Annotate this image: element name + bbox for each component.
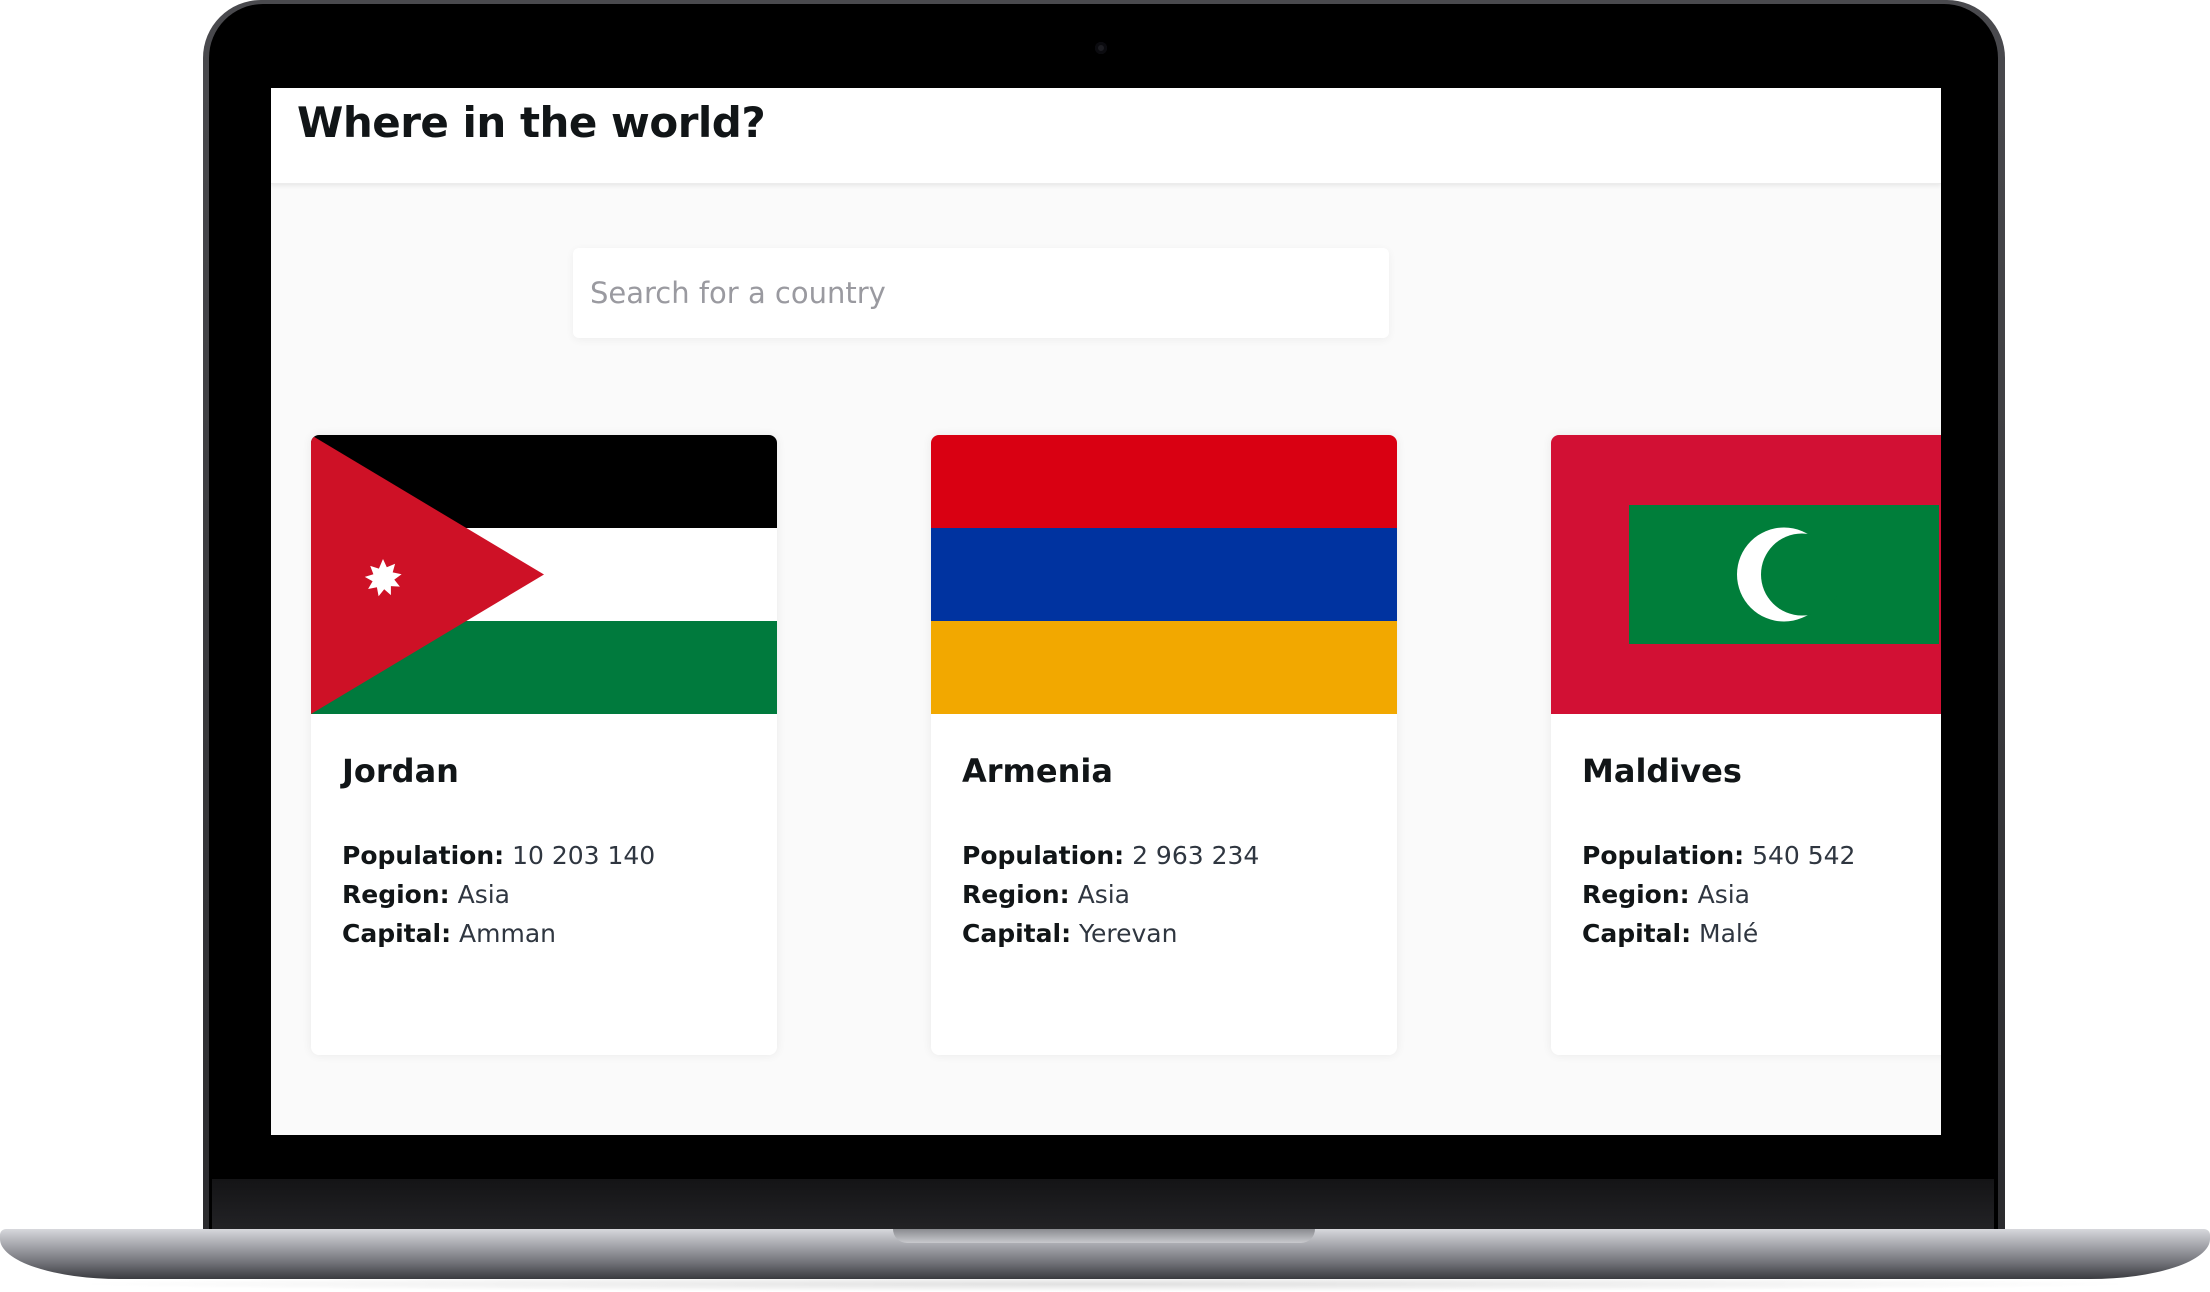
laptop-hinge-notch bbox=[893, 1229, 1315, 1243]
page-title: Where in the world? bbox=[297, 98, 766, 147]
population-value: 540 542 bbox=[1752, 841, 1856, 870]
search-input[interactable] bbox=[573, 248, 1389, 338]
camera-icon bbox=[1095, 42, 1107, 54]
region-label: Region: bbox=[1582, 880, 1690, 909]
region-value: Asia bbox=[457, 880, 511, 909]
capital-value: Malé bbox=[1699, 919, 1759, 948]
laptop-chin bbox=[212, 1179, 1994, 1235]
population-row: Population: 10 203 140 bbox=[342, 836, 767, 875]
card-body: Armenia Population: 2 963 234 Region: As… bbox=[962, 752, 1387, 953]
population-label: Population: bbox=[1582, 841, 1745, 870]
region-row: Region: Asia bbox=[342, 875, 767, 914]
country-name: Jordan bbox=[342, 752, 459, 790]
app-screen: Where in the world? Jordan Population: 1… bbox=[271, 88, 1941, 1135]
capital-row: Capital: Yerevan bbox=[962, 914, 1387, 953]
jordan-flag-icon bbox=[311, 435, 777, 714]
maldives-flag-icon bbox=[1551, 435, 1941, 714]
capital-value: Yerevan bbox=[1079, 919, 1178, 948]
region-value: Asia bbox=[1697, 880, 1751, 909]
search-box[interactable] bbox=[573, 248, 1389, 338]
region-label: Region: bbox=[342, 880, 450, 909]
country-card-jordan[interactable]: Jordan Population: 10 203 140 Region: As… bbox=[311, 435, 777, 1055]
population-row: Population: 2 963 234 bbox=[962, 836, 1387, 875]
population-label: Population: bbox=[962, 841, 1125, 870]
capital-row: Capital: Malé bbox=[1582, 914, 1941, 953]
region-row: Region: Asia bbox=[1582, 875, 1941, 914]
card-body: Maldives Population: 540 542 Region: Asi… bbox=[1582, 752, 1941, 953]
capital-label: Capital: bbox=[962, 919, 1072, 948]
card-body: Jordan Population: 10 203 140 Region: As… bbox=[342, 752, 767, 953]
armenia-flag-icon bbox=[931, 435, 1397, 714]
capital-label: Capital: bbox=[1582, 919, 1692, 948]
region-label: Region: bbox=[962, 880, 1070, 909]
population-value: 2 963 234 bbox=[1132, 841, 1260, 870]
laptop-shadow bbox=[60, 1276, 2150, 1292]
capital-value: Amman bbox=[459, 919, 557, 948]
population-row: Population: 540 542 bbox=[1582, 836, 1941, 875]
region-row: Region: Asia bbox=[962, 875, 1387, 914]
region-value: Asia bbox=[1077, 880, 1131, 909]
population-label: Population: bbox=[342, 841, 505, 870]
population-value: 10 203 140 bbox=[512, 841, 656, 870]
country-name: Maldives bbox=[1582, 752, 1742, 790]
country-card-maldives[interactable]: Maldives Population: 540 542 Region: Asi… bbox=[1551, 435, 1941, 1055]
country-name: Armenia bbox=[962, 752, 1113, 790]
country-card-armenia[interactable]: Armenia Population: 2 963 234 Region: As… bbox=[931, 435, 1397, 1055]
capital-row: Capital: Amman bbox=[342, 914, 767, 953]
app-header: Where in the world? bbox=[271, 88, 1941, 184]
capital-label: Capital: bbox=[342, 919, 452, 948]
